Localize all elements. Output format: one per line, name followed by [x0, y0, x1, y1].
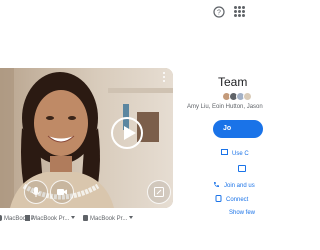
chevron-down-icon	[129, 216, 134, 219]
companion-label: Connect	[226, 197, 249, 203]
show-fewer-options-link[interactable]: Show few	[229, 210, 255, 216]
play-icon[interactable]	[111, 117, 143, 149]
meeting-lobby: ? MacBook P MacBook Pr... MacBook Pr... …	[0, 0, 263, 250]
join-by-phone-button[interactable]: Join and us	[213, 181, 255, 189]
cast-icon[interactable]	[238, 165, 246, 172]
speaker-selector[interactable]: MacBook Pr...	[25, 215, 76, 222]
help-icon[interactable]: ?	[213, 6, 225, 18]
svg-text:?: ?	[217, 10, 221, 17]
chevron-down-icon	[71, 216, 76, 219]
join-now-button[interactable]: Jo	[213, 120, 263, 138]
camera-selector[interactable]: MacBook Pr...	[83, 215, 134, 222]
camera-device-label: MacBook Pr...	[90, 216, 128, 222]
camera-icon	[83, 215, 88, 221]
present-button[interactable]: Use C	[221, 149, 249, 157]
more-options-icon[interactable]	[163, 72, 167, 84]
camera-toggle-button[interactable]	[50, 180, 74, 204]
present-icon	[221, 149, 228, 155]
device-selector-bar: MacBook P MacBook Pr... MacBook Pr...	[0, 212, 173, 226]
avatar	[243, 92, 252, 101]
present-label: Use C	[232, 151, 249, 157]
participants-list: Amy Liu, Eoin Hutton, Jason	[187, 104, 263, 110]
speaker-icon	[25, 215, 30, 221]
microphone-icon	[0, 215, 2, 221]
top-bar: ?	[0, 0, 251, 30]
phone-icon	[214, 182, 219, 187]
companion-icon	[215, 195, 222, 202]
visual-effects-button[interactable]	[147, 180, 171, 204]
camera-icon	[57, 189, 67, 195]
join-by-phone-label: Join and us	[224, 183, 255, 189]
participant-avatars	[222, 92, 252, 102]
meeting-title: Team	[218, 75, 248, 89]
other-join-options: Use C Join and us Connect Show few	[200, 146, 260, 236]
microphone-toggle-button[interactable]	[24, 180, 48, 204]
apps-grid-icon[interactable]	[234, 6, 246, 18]
speaker-device-label: MacBook Pr...	[32, 216, 70, 222]
companion-mode-button[interactable]: Connect	[215, 195, 248, 203]
effects-icon	[154, 187, 164, 197]
microphone-icon	[32, 187, 40, 197]
